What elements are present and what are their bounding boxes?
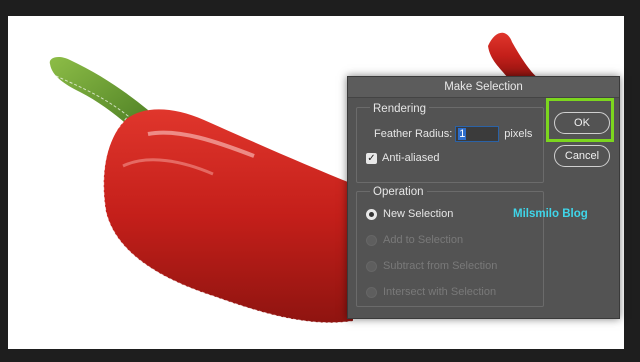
dialog-title: Make Selection — [348, 77, 619, 98]
feather-radius-label: Feather Radius: — [374, 128, 453, 140]
rendering-group — [356, 107, 544, 183]
rendering-label: Rendering — [370, 103, 430, 115]
radio-subtract-from-selection[interactable] — [366, 260, 377, 272]
option-subtract-from-selection[interactable]: Subtract from Selection — [366, 260, 497, 272]
anti-aliased-checkbox[interactable]: ✓ — [366, 152, 377, 164]
intersect-with-selection-label: Intersect with Selection — [383, 286, 497, 298]
feather-radius-row: Feather Radius: 1 pixels — [374, 126, 532, 142]
feather-radius-value: 1 — [458, 128, 467, 140]
feather-unit-label: pixels — [504, 128, 533, 140]
ok-highlight-box — [546, 98, 614, 142]
radio-intersect-with-selection[interactable] — [366, 286, 377, 298]
add-to-selection-label: Add to Selection — [383, 234, 464, 246]
option-add-to-selection[interactable]: Add to Selection — [366, 234, 463, 246]
subtract-from-selection-label: Subtract from Selection — [383, 260, 498, 272]
option-new-selection[interactable]: New Selection — [366, 208, 453, 220]
feather-radius-input[interactable]: 1 — [455, 126, 500, 142]
new-selection-label: New Selection — [383, 208, 454, 220]
radio-new-selection[interactable] — [366, 208, 377, 220]
cancel-button[interactable]: Cancel — [554, 145, 610, 167]
radio-add-to-selection[interactable] — [366, 234, 377, 246]
anti-aliased-row[interactable]: ✓ Anti-aliased — [366, 152, 439, 164]
option-intersect-with-selection[interactable]: Intersect with Selection — [366, 286, 496, 298]
watermark-text: Milsmilo Blog — [513, 208, 588, 220]
operation-label: Operation — [370, 186, 427, 198]
anti-aliased-label: Anti-aliased — [382, 152, 440, 164]
